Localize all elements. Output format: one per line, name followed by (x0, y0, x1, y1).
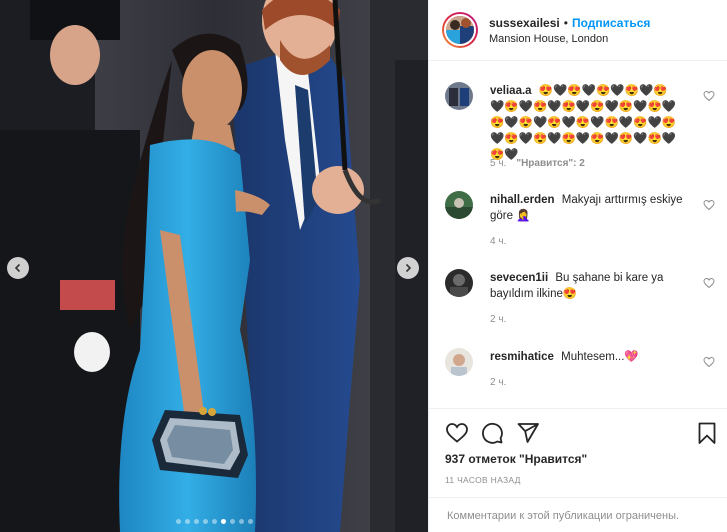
post-timestamp[interactable]: 11 ЧАСОВ НАЗАД (445, 475, 521, 485)
commenter-avatar-image (445, 269, 473, 297)
commenter-username[interactable]: sevecen1ii (490, 272, 548, 284)
follow-button[interactable]: Подписаться (572, 16, 650, 30)
commenter-username[interactable]: resmihatice (490, 351, 554, 363)
likes-count[interactable]: 937 отметок "Нравится" (445, 452, 587, 466)
chevron-left-icon (14, 263, 21, 273)
post-photo[interactable] (0, 0, 428, 532)
post-sidebar: sussexailesi • Подписаться Mansion House… (428, 0, 727, 532)
comments-restricted-notice: Комментарии к этой публикации ограничены… (429, 497, 727, 532)
carousel-dot (220, 519, 226, 524)
previous-photo-button[interactable] (7, 257, 29, 279)
bookmark-icon[interactable] (695, 421, 719, 445)
paper-plane-icon[interactable] (516, 421, 540, 445)
comment-like-heart-icon[interactable] (703, 356, 715, 368)
commenter-username[interactable]: nihall.erden (490, 194, 555, 206)
commenter-avatar[interactable] (445, 269, 473, 297)
carousel-dot (202, 519, 208, 524)
commenter-username[interactable]: veliaa.a (490, 85, 532, 97)
chevron-right-icon (405, 263, 412, 273)
author-avatar-image (446, 16, 474, 44)
post-header: sussexailesi • Подписаться Mansion House… (429, 0, 727, 61)
comment-like-heart-icon[interactable] (703, 199, 715, 211)
comment-like-heart-icon[interactable] (703, 90, 715, 102)
comment-like-heart-icon[interactable] (703, 277, 715, 289)
carousel-dot (193, 519, 199, 524)
comment-time[interactable]: 5 ч. (490, 158, 506, 169)
carousel-indicator (0, 519, 428, 524)
commenter-avatar[interactable] (445, 191, 473, 219)
heart-outline-icon[interactable] (445, 421, 469, 445)
comment-time[interactable]: 2 ч. (490, 377, 506, 388)
action-icons (445, 421, 717, 445)
post-actions: 937 отметок "Нравится" 11 ЧАСОВ НАЗАД Ко… (429, 408, 727, 532)
comments-list[interactable]: veliaa.a 😍🖤😍🖤😍🖤😍🖤😍🖤😍🖤😍🖤😍🖤😍🖤😍🖤😍🖤😍🖤😍🖤😍🖤😍🖤😍… (429, 62, 727, 408)
carousel-dot (184, 519, 190, 524)
author-username[interactable]: sussexailesi (489, 16, 560, 30)
commenter-avatar-image (445, 348, 473, 376)
separator-dot: • (563, 15, 568, 30)
commenter-avatar[interactable] (445, 348, 473, 376)
comment-bubble-icon[interactable] (480, 421, 504, 445)
next-photo-button[interactable] (397, 257, 419, 279)
comment-time[interactable]: 2 ч. (490, 314, 506, 325)
carousel-dot (211, 519, 217, 524)
carousel-dot (247, 519, 253, 524)
commenter-avatar-image (445, 82, 473, 110)
commenter-avatar[interactable] (445, 82, 473, 110)
comment-text: Muhtesem...💖 (561, 351, 639, 363)
post-location[interactable]: Mansion House, London (489, 33, 650, 45)
author-avatar[interactable] (442, 12, 478, 48)
carousel-dot (238, 519, 244, 524)
post-image (0, 0, 428, 532)
comment-time[interactable]: 4 ч. (490, 236, 506, 247)
carousel-dot (229, 519, 235, 524)
commenter-avatar-image (445, 191, 473, 219)
comment-likes[interactable]: "Нравится": 2 (516, 158, 585, 169)
carousel-dot (175, 519, 181, 524)
